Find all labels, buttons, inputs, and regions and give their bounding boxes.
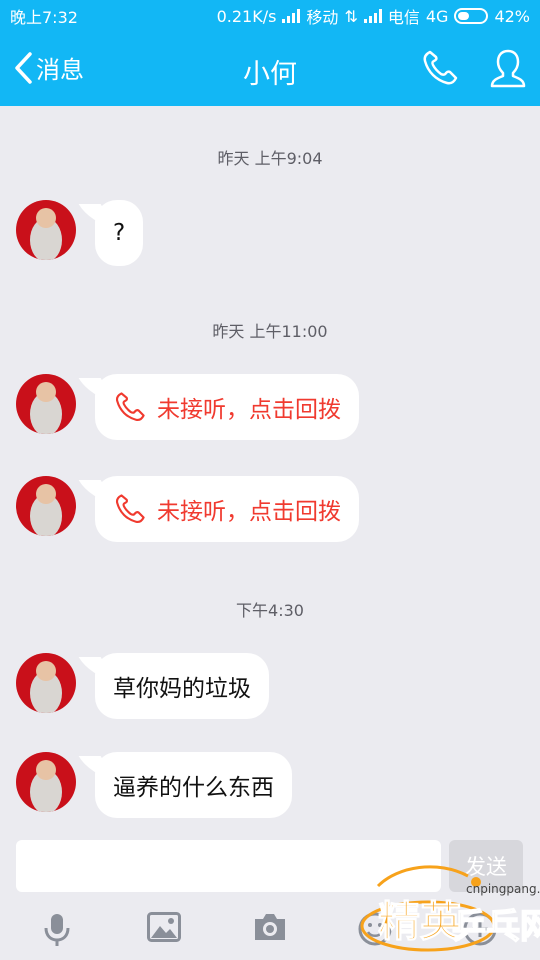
missed-call-text: 未接听，点击回拨 — [157, 499, 341, 525]
message-bubble[interactable]: ? — [95, 200, 144, 266]
carrier-2: 电信 — [387, 8, 420, 27]
missed-call-bubble[interactable]: 未接听，点击回拨 — [95, 476, 359, 542]
avatar[interactable] — [16, 752, 76, 812]
phone-icon — [115, 392, 145, 422]
data-arrows-icon: ⇅ — [344, 6, 358, 26]
camera-icon[interactable] — [252, 912, 288, 942]
status-time: 晚上7:32 — [10, 8, 78, 27]
avatar[interactable] — [16, 653, 76, 713]
carrier-1: 移动 — [306, 8, 339, 27]
message-bubble[interactable]: 逼养的什么东西 — [95, 752, 292, 818]
profile-button[interactable] — [488, 48, 528, 90]
watermark-text-2: 乒乓网 — [452, 907, 540, 947]
image-icon[interactable] — [147, 912, 181, 942]
missed-call-bubble[interactable]: 未接听，点击回拨 — [95, 374, 359, 440]
watermark-text-1: 精英 — [378, 897, 463, 946]
avatar[interactable] — [16, 200, 76, 260]
phone-call-button[interactable] — [420, 48, 460, 88]
timestamp: 昨天 上午9:04 — [217, 149, 323, 168]
microphone-icon[interactable] — [42, 912, 72, 948]
watermark-logo: 精英 乒乓网 — [360, 865, 540, 952]
network-type: 4G — [425, 6, 449, 26]
header-bar: 消息 小何 — [0, 32, 540, 106]
timestamp: 下午4:30 — [236, 601, 304, 620]
avatar[interactable] — [16, 374, 76, 434]
timestamp: 昨天 上午11:00 — [212, 322, 328, 341]
battery-icon — [454, 8, 489, 24]
chat-area[interactable]: 昨天 上午9:04 ? 昨天 上午11:00 未接听，点击回拨 未接听，点击回拨… — [0, 106, 540, 834]
message-text: 逼养的什么东西 — [113, 775, 274, 801]
battery-percent: 42% — [494, 6, 530, 26]
watermark-url: cnpingpang.com — [466, 882, 540, 896]
network-speed: 0.21K/s — [216, 6, 277, 26]
message-text: ? — [113, 220, 126, 246]
signal-icon — [282, 9, 301, 23]
message-bubble[interactable]: 草你妈的垃圾 — [95, 653, 269, 719]
message-text: 草你妈的垃圾 — [113, 676, 251, 702]
status-bar: 晚上7:32 0.21K/s 移动 ⇅ 电信 4G 42% — [0, 0, 540, 32]
avatar[interactable] — [16, 476, 76, 536]
phone-icon — [115, 494, 145, 524]
signal-icon-2 — [363, 9, 382, 23]
missed-call-text: 未接听，点击回拨 — [157, 397, 341, 423]
